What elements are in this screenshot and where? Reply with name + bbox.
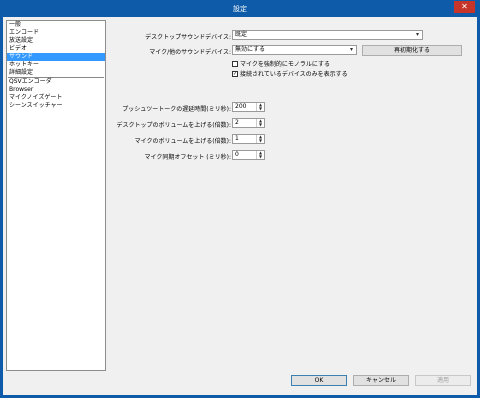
mic-device-value: 無効にする	[235, 46, 266, 53]
mic-boost-value: 1	[235, 135, 239, 142]
mic-boost-label: マイクのボリュームを上げる(倍数):	[134, 138, 231, 145]
sidebar-item-scene-switcher[interactable]: シーンスイッチャー	[7, 102, 105, 110]
sidebar-item-encoding[interactable]: エンコード	[7, 29, 105, 37]
force-mono-label: マイクを強制的にモノラルにする	[240, 61, 330, 68]
sidebar-item-browser[interactable]: Browser	[7, 86, 105, 94]
spin-arrows-icon[interactable]: ▲ ▼	[256, 103, 264, 111]
sidebar-item-advanced[interactable]: 詳細設定	[7, 69, 105, 77]
desktop-device-value: 既定	[235, 31, 248, 38]
mic-offset-value: 0	[235, 151, 239, 158]
chevron-down-icon: ▾	[415, 31, 419, 38]
checkbox-box	[232, 60, 238, 67]
title-bar[interactable]: 設定 ✕	[0, 0, 480, 17]
reinitialize-button[interactable]: 再初期化する	[362, 45, 462, 56]
mic-offset-label: マイク同期オフセット (ミリ秒):	[144, 154, 232, 161]
ptt-delay-spinbox[interactable]: 200 ▲ ▼	[232, 102, 265, 112]
spin-arrows-icon[interactable]: ▲ ▼	[256, 151, 264, 159]
spin-arrows-icon[interactable]: ▲ ▼	[256, 135, 264, 143]
ptt-delay-label: プッシュツートークの遅延時間(ミリ秒):	[122, 106, 231, 113]
apply-button[interactable]: 適用	[415, 375, 471, 386]
chevron-down-icon: ▾	[349, 46, 353, 53]
sidebar-item-noise-gate[interactable]: マイクノイズゲート	[7, 94, 105, 102]
settings-category-list[interactable]: 一般 エンコード 放送設定 ビデオ サウンド ホットキー 詳細設定 QSVエンコ…	[6, 20, 106, 371]
desktop-boost-label: デスクトップのボリュームを上げる(倍数):	[116, 122, 231, 129]
sidebar-item-sound[interactable]: サウンド	[7, 53, 105, 61]
ptt-delay-value: 200	[235, 103, 247, 110]
mic-offset-spinbox[interactable]: 0 ▲ ▼	[232, 150, 265, 160]
mic-device-label: マイク/他のサウンドデバイス:	[149, 49, 231, 56]
window-title: 設定	[233, 5, 247, 13]
settings-window: 設定 ✕ 一般 エンコード 放送設定 ビデオ サウンド ホットキー 詳細設定 Q…	[0, 0, 480, 398]
desktop-device-select[interactable]: 既定 ▾	[232, 30, 423, 40]
desktop-boost-value: 2	[235, 119, 239, 126]
mic-device-select[interactable]: 無効にする ▾	[232, 45, 357, 55]
ok-button[interactable]: OK	[291, 375, 347, 386]
sidebar-item-qsv-encoder[interactable]: QSVエンコーダ	[7, 78, 105, 86]
desktop-device-label: デスクトップサウンドデバイス:	[145, 34, 231, 41]
desktop-boost-spinbox[interactable]: 2 ▲ ▼	[232, 118, 265, 128]
spin-arrows-icon[interactable]: ▲ ▼	[256, 119, 264, 127]
cancel-button[interactable]: キャンセル	[353, 375, 409, 386]
check-icon: ✓	[232, 70, 238, 77]
sidebar-item-video[interactable]: ビデオ	[7, 45, 105, 53]
sidebar-item-general[interactable]: 一般	[7, 21, 105, 29]
client-area: 一般 エンコード 放送設定 ビデオ サウンド ホットキー 詳細設定 QSVエンコ…	[3, 17, 477, 395]
close-button[interactable]: ✕	[454, 1, 475, 13]
connected-only-label: 接続されているデバイスのみを表示する	[240, 71, 348, 78]
sidebar-item-hotkeys[interactable]: ホットキー	[7, 61, 105, 69]
force-mono-checkbox[interactable]: マイクを強制的にモノラルにする	[232, 60, 330, 69]
mic-boost-spinbox[interactable]: 1 ▲ ▼	[232, 134, 265, 144]
connected-only-checkbox[interactable]: ✓ 接続されているデバイスのみを表示する	[232, 70, 348, 79]
sidebar-item-broadcast[interactable]: 放送設定	[7, 37, 105, 45]
